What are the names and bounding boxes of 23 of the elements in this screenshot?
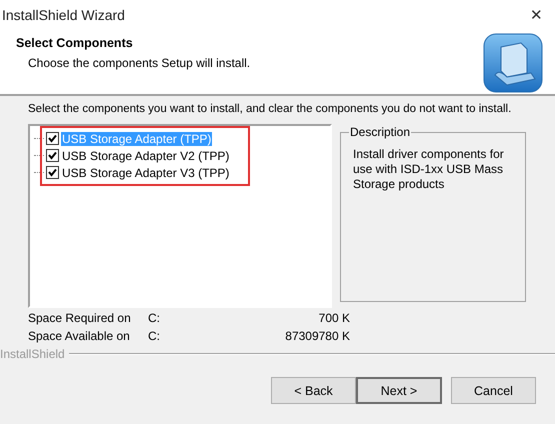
page-title: Select Components — [16, 36, 134, 50]
space-value: 87309780 K — [284, 328, 350, 345]
description-text: Install driver components for use with ISD-1xx USB Mass Storage products — [353, 147, 505, 192]
space-label: Space Required on — [28, 310, 132, 327]
component-item[interactable]: USB Storage Adapter V3 (TPP) — [61, 166, 230, 180]
checkbox[interactable] — [46, 132, 59, 145]
checkbox[interactable] — [46, 149, 59, 162]
drive-label: C: — [148, 328, 161, 345]
wizard-button[interactable]: Cancel — [451, 377, 536, 404]
instruction-text: Select the components you want to install, and clear the components you do not want to install. — [27, 102, 512, 116]
drive-label: C: — [148, 310, 161, 327]
page-subtitle: Choose the components Setup will install. — [27, 56, 250, 70]
close-button[interactable]: ✕ — [526, 6, 547, 24]
checkbox[interactable] — [46, 166, 59, 179]
space-value: 700 K — [318, 310, 350, 327]
brand-label: InstallShield — [0, 347, 65, 361]
window-title: InstallShield Wizard — [2, 7, 125, 23]
wizard-button[interactable]: Next > — [356, 377, 442, 404]
component-item[interactable]: USB Storage Adapter V2 (TPP) — [61, 148, 230, 162]
group-title: Description — [349, 125, 412, 139]
space-label: Space Available on — [28, 328, 131, 345]
computer-icon — [483, 33, 543, 93]
wizard-button[interactable]: < Back — [271, 377, 356, 404]
